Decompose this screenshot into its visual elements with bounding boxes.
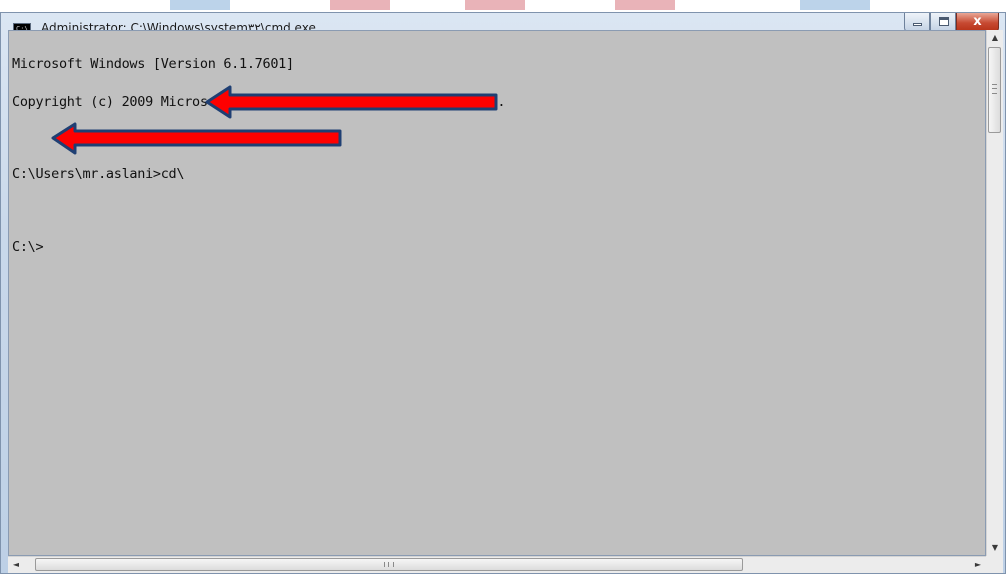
console-line: Microsoft Windows [Version 6.1.7601] [12,56,294,72]
console-line: C:\Users\mr.aslani>cd\ [12,166,185,182]
horizontal-scroll-thumb[interactable] [35,558,743,571]
scroll-left-arrow-icon[interactable]: ◄ [8,557,24,573]
size-grip[interactable] [986,556,1003,573]
background-strip [615,0,675,10]
grip-icon [992,84,997,94]
scroll-down-arrow-icon[interactable]: ▼ [987,540,1003,556]
vertical-scroll-thumb[interactable] [988,47,1001,133]
scroll-right-arrow-icon[interactable]: ► [970,557,986,573]
vertical-scrollbar[interactable]: ▲ ▼ [986,30,1003,556]
maximize-icon [939,17,949,26]
annotation-arrow-icon [205,85,498,119]
background-strip [330,0,390,10]
annotation-arrow-icon [51,122,342,155]
minimize-icon [913,23,922,26]
background-strip [465,0,525,10]
background-strip [170,0,230,10]
horizontal-scrollbar[interactable]: ◄ ► [8,556,986,573]
grip-icon [384,562,394,567]
background-strip [800,0,870,10]
console-prompt-line: C:\> [12,238,44,255]
close-icon: x [973,14,982,29]
scroll-up-arrow-icon[interactable]: ▲ [987,30,1003,46]
